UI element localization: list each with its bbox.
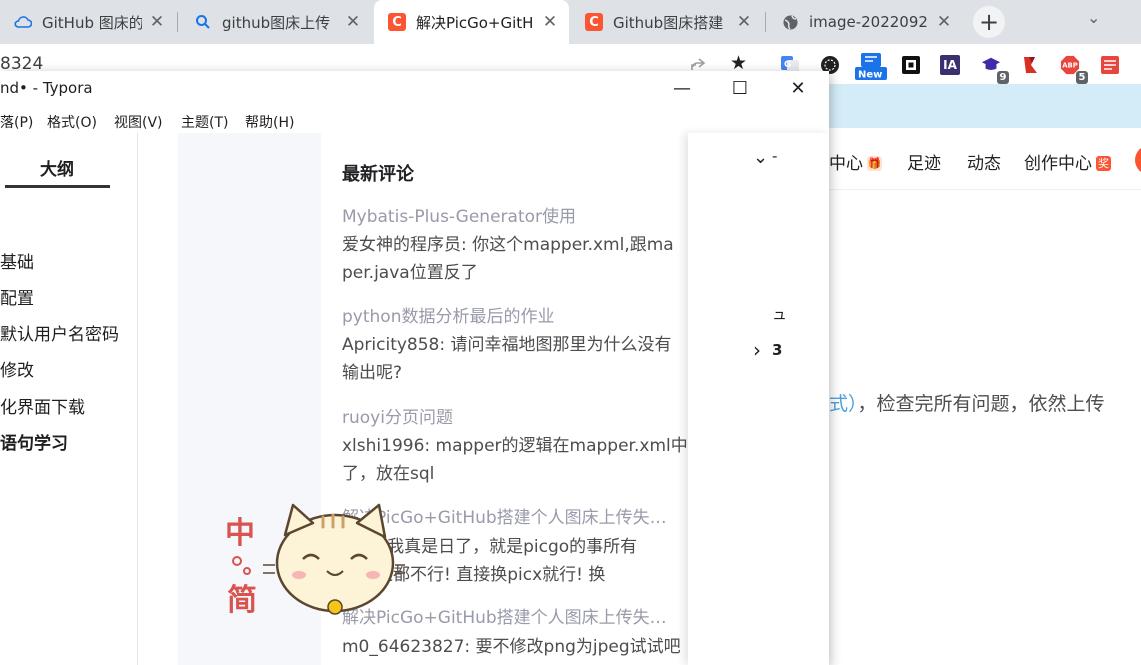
menu-paragraph[interactable]: 落(P) [0, 112, 33, 132]
chevron-down-icon[interactable]: ⌄ [753, 147, 768, 168]
close-icon[interactable]: ✕ [148, 12, 166, 32]
outline-item[interactable]: 配置 [0, 284, 34, 309]
nav-item-label: 创作中心 [1024, 154, 1092, 174]
notes-extension-icon[interactable] [1100, 55, 1120, 75]
outline-item[interactable]: 基础 [0, 248, 34, 273]
browser-tab-3-active[interactable]: C 解决PicGo+GitH ✕ [374, 0, 569, 44]
outline-item[interactable]: 修改 [0, 356, 34, 381]
panel-text-fragment: 3 [772, 341, 783, 359]
outline-item-active[interactable]: 语句学习 [0, 429, 68, 454]
bookmark-extension-icon[interactable] [1021, 55, 1041, 75]
nav-item-creator-center[interactable]: 创作中心奖 [1024, 149, 1111, 174]
menu-view[interactable]: 视图(V) [114, 112, 163, 132]
close-icon[interactable]: ✕ [735, 12, 753, 32]
square-extension-icon[interactable] [901, 55, 921, 75]
close-button[interactable]: ✕ [769, 71, 827, 106]
tab-separator [177, 12, 178, 32]
article-text-rest: ，检查完所有问题，依然上传 [857, 393, 1105, 415]
typora-window: nd• - Typora — ☐ ✕ 落(P) 格式(O) 视图(V) 主题(T… [0, 71, 829, 665]
article-link[interactable]: 式） [829, 393, 858, 415]
comment-article-link[interactable]: Mybatis-Plus-Generator使用 [342, 202, 576, 227]
comment-line: 输出呢? [342, 363, 403, 383]
tab-title: image-2022092 [809, 13, 928, 31]
new-tab-button[interactable]: + [973, 6, 1005, 38]
cloud-icon [14, 13, 32, 31]
comment-line: per.java位置反了 [342, 263, 478, 283]
svg-text:G: G [784, 60, 791, 70]
new-extension-icon[interactable]: New [855, 53, 887, 81]
maximize-button[interactable]: ☐ [711, 71, 769, 106]
menu-format[interactable]: 格式(O) [47, 112, 97, 132]
menu-help[interactable]: 帮助(H) [245, 112, 294, 132]
comment-line: 爱女神的程序员: 你这个mapper.xml,跟ma [342, 235, 674, 255]
close-icon[interactable]: ✕ [344, 12, 362, 32]
graduation-extension-icon[interactable]: 9 [981, 55, 1009, 84]
sticker-char: 中 [225, 516, 255, 551]
nav-item-footprint[interactable]: 足迹 [907, 149, 941, 174]
comment-text: Apricity858: 请问幸福地图那里为什么没有 输出呢? [342, 331, 688, 387]
nav-item-activity[interactable]: 动态 [967, 149, 1001, 174]
comment-article-link[interactable]: ruoyi分页问题 [342, 403, 453, 428]
comments-heading: 最新评论 [342, 164, 414, 185]
extension-badge: 5 [1076, 71, 1088, 84]
comment-line: 了，放在sql [342, 464, 435, 484]
outline-item[interactable]: 默认用户名密码 [0, 320, 119, 345]
minimize-button[interactable]: — [653, 71, 711, 106]
csdn-top-nav: 中心 🎁 足迹 动态 创作中心奖 [829, 128, 1141, 190]
tab-title: GitHub 图床的正 [42, 13, 142, 32]
outline-sidebar: 大纲 基础 配置 默认用户名密码 修改 化界面下载 语句学习 [0, 133, 138, 665]
tab-title: github图床上传 [222, 13, 331, 32]
outline-tab[interactable]: 大纲 [40, 155, 74, 180]
comment-text: 爱女神的程序员: 你这个mapper.xml,跟ma per.java位置反了 [342, 231, 688, 287]
chevron-right-icon[interactable]: › [753, 338, 761, 362]
award-badge: 奖 [1096, 156, 1111, 171]
sticker-char: 简 [227, 583, 257, 618]
menu-theme[interactable]: 主题(T) [181, 112, 228, 132]
extension-badge: 9 [997, 71, 1009, 84]
search-icon [194, 13, 212, 31]
outline-item[interactable]: 化界面下载 [0, 393, 85, 418]
typora-title-bar: nd• - Typora — ☐ ✕ [0, 71, 829, 106]
nav-item-center[interactable]: 中心 🎁 [829, 149, 882, 174]
browser-tab-4[interactable]: C Github图床搭建 ✕ [571, 0, 763, 44]
window-title: nd• - Typora [0, 79, 93, 97]
browser-tab-2[interactable]: github图床上传 ✕ [180, 0, 372, 44]
browser-tab-1[interactable]: GitHub 图床的正 ✕ [0, 0, 176, 44]
csdn-icon: C [388, 13, 406, 31]
tab-separator [765, 12, 766, 32]
cat-sticker: 中 简 [215, 495, 407, 625]
close-icon[interactable]: ✕ [935, 12, 953, 32]
gift-icon: 🎁 [867, 156, 882, 171]
tab-title: 解决PicGo+GitH [416, 13, 534, 32]
article-paragraph: 式），检查完所有问题，依然上传 [829, 389, 1105, 416]
tab-search-chevron-icon[interactable]: ⌄ [1087, 8, 1100, 27]
adblock-extension-icon[interactable]: ABP 5 [1060, 55, 1088, 84]
close-icon[interactable]: ✕ [541, 12, 559, 32]
panel-text-fragment: ュ [772, 305, 788, 323]
csdn-icon: C [585, 13, 603, 31]
globe-icon [781, 13, 799, 31]
typora-menu-bar: 落(P) 格式(O) 视图(V) 主题(T) 帮助(H) [0, 106, 829, 135]
comment-line: Apricity858: 请问幸福地图那里为什么没有 [342, 335, 672, 355]
comment-article-link[interactable]: python数据分析最后的作业 [342, 302, 554, 327]
comment-line: m0_64623827: 要不修改png为jpeg试试吧 [342, 637, 681, 657]
comment-text: m0_64623827: 要不修改png为jpeg试试吧 [342, 633, 688, 661]
browser-tab-5[interactable]: image-2022092 ✕ [767, 0, 963, 44]
browser-tab-bar: GitHub 图床的正 ✕ github图床上传 ✕ C 解决PicGo+Git… [0, 0, 1141, 44]
comment-text: xlshi1996: mapper的逻辑在mapper.xml中 了，放在sql [342, 432, 688, 488]
svg-text:ABP: ABP [1062, 62, 1077, 70]
comment-line: xlshi1996: mapper的逻辑在mapper.xml中 [342, 436, 688, 456]
nav-item-label: 中心 [829, 154, 863, 174]
active-tab-indicator [5, 185, 110, 188]
floating-right-panel: ⌄ - ュ › 3 [688, 133, 829, 665]
svg-text:New: New [858, 70, 882, 81]
panel-text-fragment: - [772, 147, 778, 165]
tab-title: Github图床搭建 [613, 13, 724, 32]
ia-extension-icon[interactable]: IA [940, 55, 960, 75]
